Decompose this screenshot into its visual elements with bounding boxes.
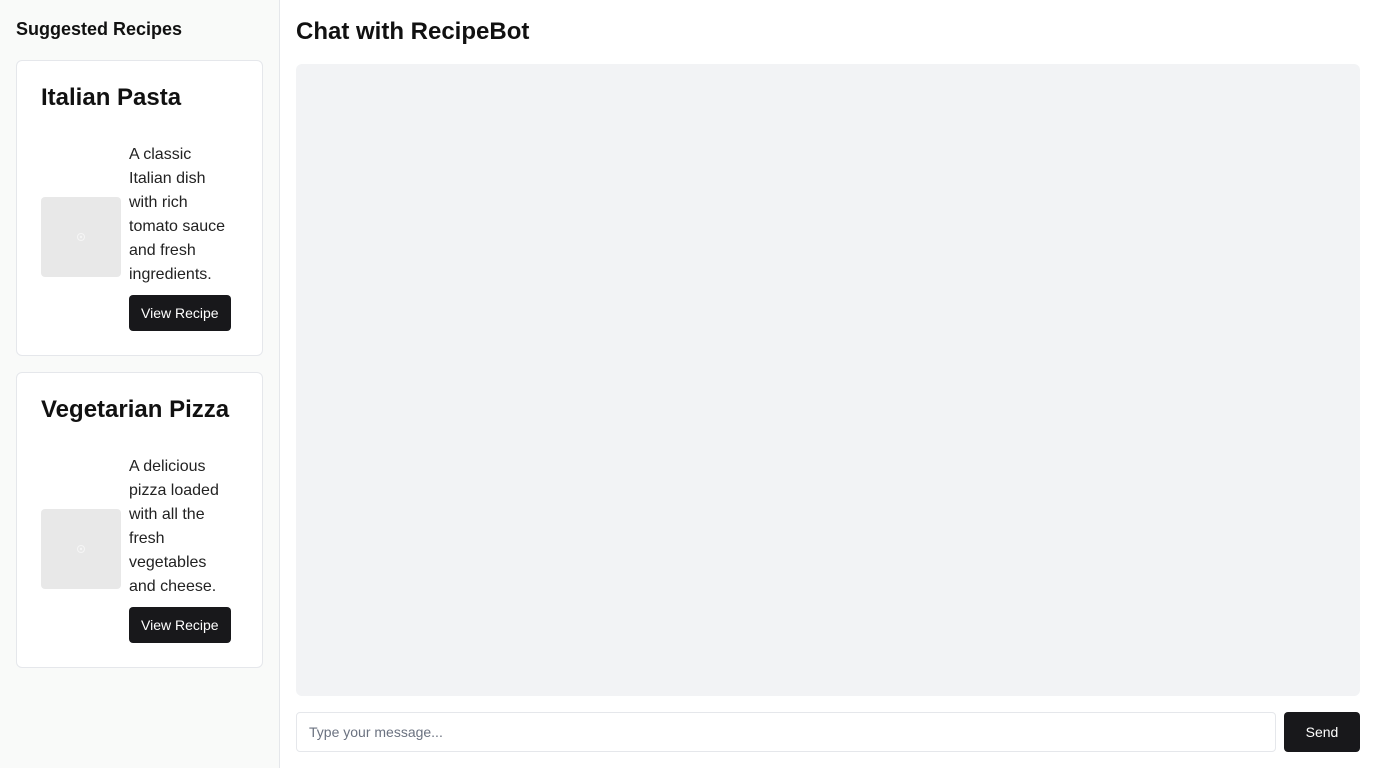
recipe-text: A classic Italian dish with rich tomato …: [129, 143, 237, 331]
recipe-body: A delicious pizza loaded with all the fr…: [41, 455, 238, 643]
recipe-title: Vegetarian Pizza: [41, 396, 230, 423]
image-placeholder-icon: [77, 233, 85, 241]
message-input-row: Send: [296, 712, 1360, 752]
chat-messages-area[interactable]: [296, 64, 1360, 696]
page-title: Chat with RecipeBot: [296, 18, 530, 45]
sidebar-title: Suggested Recipes: [16, 19, 183, 39]
recipe-body: A classic Italian dish with rich tomato …: [41, 143, 238, 331]
send-button[interactable]: Send: [1284, 712, 1360, 752]
recipe-card: Italian Pasta A classic Italian dish wit…: [16, 60, 263, 356]
chat-panel: Chat with RecipeBot Send: [280, 0, 1376, 768]
recipe-title: Italian Pasta: [41, 84, 182, 111]
recipe-image: [41, 509, 121, 589]
message-input[interactable]: [296, 712, 1276, 752]
recipe-description: A classic Italian dish with rich tomato …: [129, 146, 226, 283]
view-recipe-button[interactable]: View Recipe: [129, 295, 231, 331]
recipe-card: Vegetarian Pizza A delicious pizza loade…: [16, 372, 263, 668]
app-root: Suggested Recipes Italian Pasta A classi…: [0, 0, 1376, 768]
recipe-description: A delicious pizza loaded with all the fr…: [129, 458, 219, 595]
sidebar: Suggested Recipes Italian Pasta A classi…: [0, 0, 280, 768]
recipe-text: A delicious pizza loaded with all the fr…: [129, 455, 237, 643]
image-placeholder-icon: [77, 545, 85, 553]
recipe-image: [41, 197, 121, 277]
view-recipe-button[interactable]: View Recipe: [129, 607, 231, 643]
